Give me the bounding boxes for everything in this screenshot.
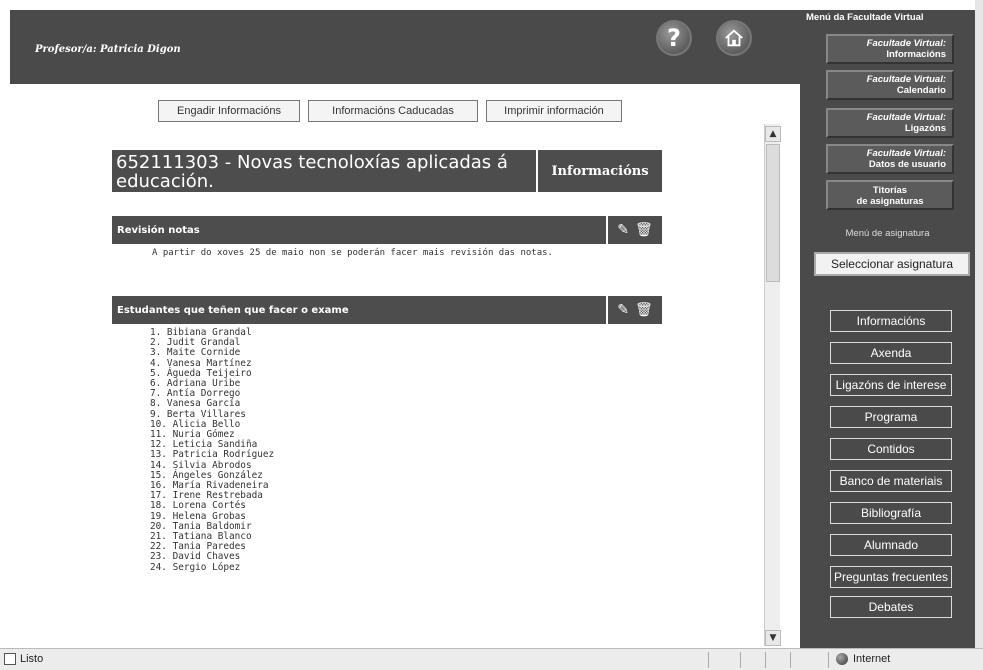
- sidebar-item-label: Facultade Virtual:: [866, 112, 946, 123]
- sidebar-item-informations[interactable]: Facultade Virtual: Informacións: [826, 34, 954, 64]
- sidebar-item-links[interactable]: Facultade Virtual: Ligazóns: [826, 108, 954, 138]
- sidebar-item-user-data[interactable]: Facultade Virtual: Datos de usuario: [826, 144, 954, 174]
- status-text: Listo: [20, 653, 44, 665]
- news-item-actions: ✎ 🗑: [608, 216, 662, 244]
- menu-item-links[interactable]: Ligazóns de interese: [830, 374, 952, 396]
- list-item: 24. Sergio López: [150, 561, 241, 573]
- status-divider: [765, 652, 766, 668]
- sidebar-item-label: de asignaturas: [856, 196, 924, 207]
- professor-name: Profesor/a: Patricia Digon: [35, 44, 181, 55]
- question-mark-icon[interactable]: ?: [656, 20, 692, 56]
- status-left: Listo: [4, 653, 43, 665]
- home-icon[interactable]: [716, 20, 752, 56]
- edit-icon[interactable]: ✎: [617, 302, 629, 318]
- window-top-frame: [0, 0, 983, 10]
- print-information-button[interactable]: Imprimir información: [486, 100, 622, 122]
- sidebar-item-label: Facultade Virtual:: [866, 38, 946, 49]
- sidebar-item-label: Titorías: [872, 185, 908, 196]
- menu-item-debates[interactable]: Debates: [830, 596, 952, 618]
- student-list: 1. Bibiana Grandal 2. Judit Grandal 3. M…: [150, 327, 274, 573]
- expired-information-button[interactable]: Informacións Caducadas: [308, 100, 478, 122]
- trash-icon[interactable]: 🗑: [635, 222, 653, 238]
- course-title: 652111303 - Novas tecnoloxías aplicadas …: [112, 150, 536, 192]
- globe-icon: [836, 653, 848, 665]
- menu-item-agenda[interactable]: Axenda: [830, 342, 952, 364]
- status-divider: [790, 652, 791, 668]
- sidebar-item-label: Facultade Virtual:: [866, 148, 946, 159]
- menu-item-informations[interactable]: Informacións: [830, 310, 952, 332]
- sidebar-item-label: Ligazóns: [904, 123, 946, 134]
- news-item-actions: ✎ 🗑: [608, 296, 662, 324]
- subject-menu-heading: Menú de asignatura: [845, 228, 930, 239]
- news-item-title: Estudantes que teñen que facer o exame: [112, 296, 606, 324]
- menu-item-students[interactable]: Alumnado: [830, 534, 952, 556]
- sidebar-item-label: Facultade Virtual:: [866, 74, 946, 85]
- sidebar-item-label: Datos de usuario: [868, 159, 946, 170]
- scroll-up-arrow-icon[interactable]: ▲: [765, 126, 781, 142]
- select-subject-button[interactable]: Seleccionar asignatura: [814, 252, 970, 276]
- sidebar-item-label: Informacións: [886, 49, 946, 60]
- menu-item-faq[interactable]: Preguntas frecuentes: [830, 566, 952, 588]
- zone-label: Internet: [853, 653, 891, 665]
- menu-item-contents[interactable]: Contidos: [830, 438, 952, 460]
- menu-item-materials[interactable]: Banco de materiais: [830, 470, 952, 492]
- sidebar-item-tutorials[interactable]: Titorías de asignaturas: [826, 180, 954, 210]
- window-left-frame: [0, 10, 10, 648]
- menu-item-bibliography[interactable]: Bibliografía: [830, 502, 952, 524]
- sidebar-item-calendar[interactable]: Facultade Virtual: Calendario: [826, 70, 954, 100]
- content-scrollbar[interactable]: ▲ ▼: [764, 124, 781, 646]
- status-bar: Listo Internet: [0, 648, 983, 670]
- status-divider: [740, 652, 741, 668]
- status-divider: [708, 652, 709, 668]
- status-divider: [828, 652, 829, 668]
- news-item-body: A partir do xoves 25 de maio non se pode…: [152, 248, 553, 258]
- edit-icon[interactable]: ✎: [617, 222, 629, 238]
- window-scrollbar[interactable]: [975, 0, 983, 648]
- scroll-thumb[interactable]: [766, 144, 780, 282]
- page-icon: [4, 653, 16, 665]
- sidebar-item-label: Calendario: [896, 85, 946, 96]
- section-title: Informacións: [538, 150, 662, 192]
- trash-icon[interactable]: 🗑: [635, 302, 653, 318]
- menu-item-program[interactable]: Programa: [830, 406, 952, 428]
- news-item-title: Revisión notas: [112, 216, 606, 244]
- add-information-button[interactable]: Engadir Informacións: [158, 100, 300, 122]
- status-zone: Internet: [836, 653, 890, 665]
- scroll-down-arrow-icon[interactable]: ▼: [765, 630, 781, 646]
- help-glyph: ?: [667, 24, 681, 52]
- sidebar-heading: Menú da Facultade Virtual: [806, 12, 924, 23]
